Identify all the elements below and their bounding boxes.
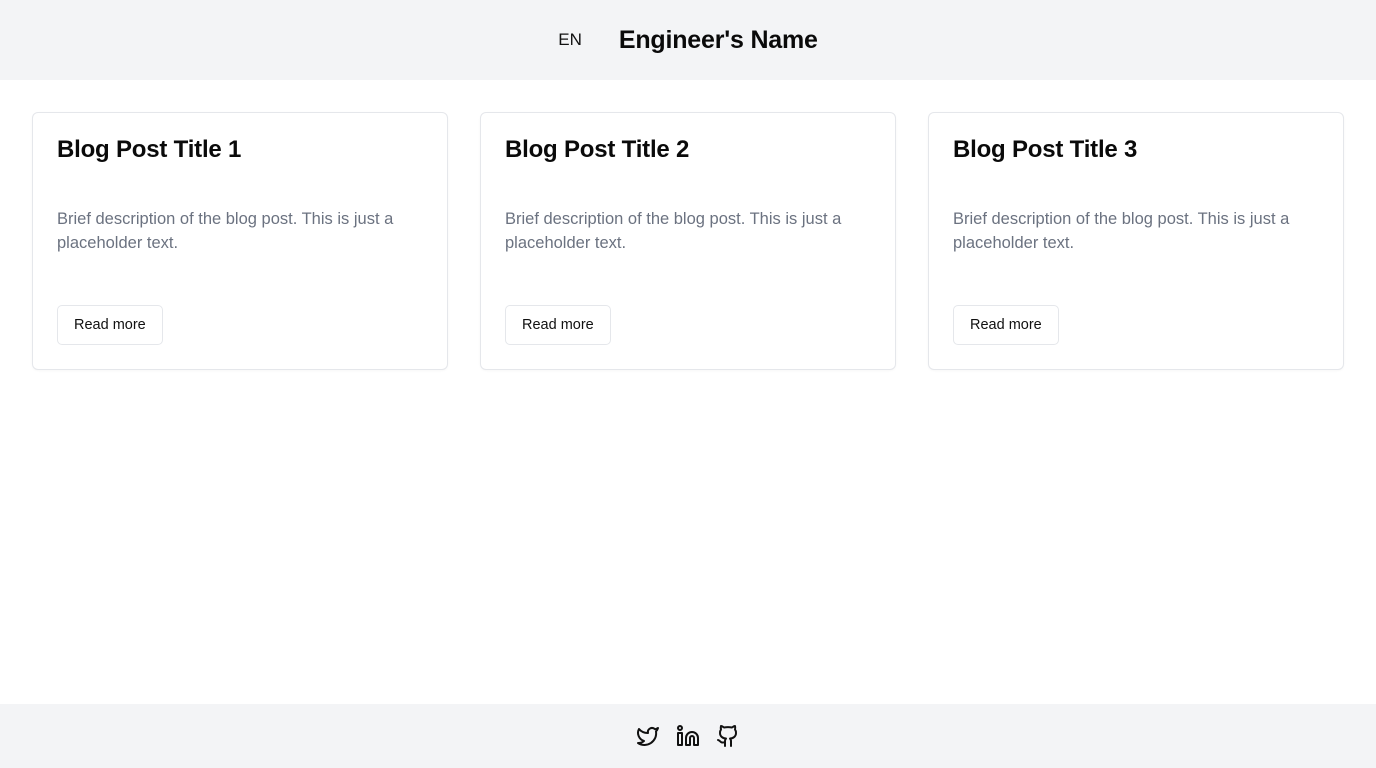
site-header: EN Engineer's Name [0,0,1376,80]
blog-post-card: Blog Post Title 2 Brief description of t… [480,112,896,370]
post-description: Brief description of the blog post. This… [505,210,842,252]
page: EN Engineer's Name Blog Post Title 1 Bri… [0,0,1376,768]
github-icon[interactable] [716,724,740,748]
post-title: Blog Post Title 1 [57,136,242,163]
read-more-button[interactable]: Read more [953,305,1059,345]
post-title: Blog Post Title 3 [953,136,1138,163]
post-title: Blog Post Title 2 [505,136,690,163]
post-description: Brief description of the blog post. This… [57,210,394,252]
site-title: Engineer's Name [618,25,818,54]
read-more-button[interactable]: Read more [57,305,163,345]
blog-post-card: Blog Post Title 1 Brief description of t… [32,112,448,370]
language-switcher[interactable]: EN [558,30,582,50]
twitter-icon[interactable] [636,724,660,748]
post-description: Brief description of the blog post. This… [953,210,1290,252]
blog-post-card: Blog Post Title 3 Brief description of t… [928,112,1344,370]
site-footer [0,704,1376,768]
read-more-button[interactable]: Read more [505,305,611,345]
linkedin-icon[interactable] [676,724,700,748]
blog-post-grid: Blog Post Title 1 Brief description of t… [32,112,1344,370]
